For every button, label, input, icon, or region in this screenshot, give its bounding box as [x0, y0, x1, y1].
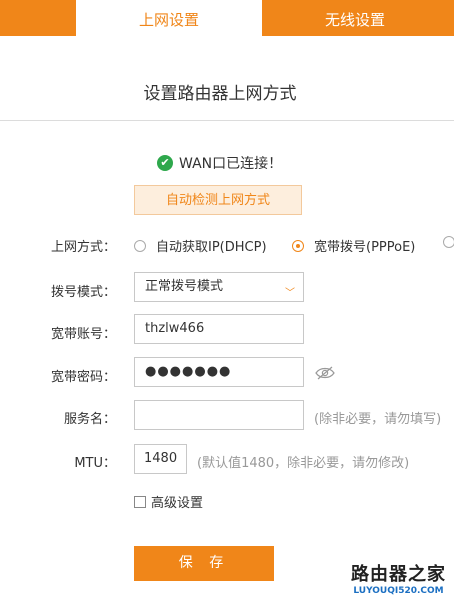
mtu-input[interactable]: 1480	[134, 444, 187, 474]
radio-pppoe[interactable]: 宽带拨号(PPPoE)	[292, 236, 415, 255]
radio-pppoe-label: 宽带拨号(PPPoE)	[314, 240, 416, 255]
service-name-input[interactable]	[134, 400, 304, 430]
tab-wireless-settings[interactable]: 无线设置	[262, 0, 448, 36]
page-title: 设置路由器上网方式	[143, 84, 297, 104]
account-input[interactable]: thzlw466	[134, 314, 304, 344]
service-name-label: 服务名：	[63, 412, 116, 427]
advanced-settings-checkbox[interactable]	[134, 495, 146, 508]
chevron-down-icon: ﹀	[285, 288, 295, 299]
dial-mode-select[interactable]: 正常拨号模式 ﹀	[134, 272, 304, 302]
tab-internet-settings[interactable]: 上网设置	[76, 0, 262, 36]
password-label: 宽带密码：	[50, 370, 116, 385]
mtu-label: MTU：	[74, 456, 116, 471]
account-label: 宽带账号：	[50, 327, 116, 342]
service-name-hint: (除非必要，请勿填写)	[314, 412, 442, 427]
radio-pppoe-circle[interactable]	[292, 239, 304, 252]
connection-type-label: 上网方式：	[50, 240, 116, 255]
wan-status-text: WAN口已连接！	[179, 156, 283, 172]
radio-more[interactable]	[443, 236, 454, 248]
wan-status: ✔ WAN口已连接！	[157, 154, 282, 172]
divider	[0, 120, 454, 121]
advanced-settings-label: 高级设置	[151, 496, 204, 511]
watermark-title: 路由器之家	[351, 564, 446, 585]
radio-more-circle[interactable]	[443, 236, 454, 248]
auto-detect-button[interactable]: 自动检测上网方式	[134, 185, 302, 215]
tab-bar: 上网设置 无线设置	[0, 0, 454, 36]
eye-off-icon[interactable]	[315, 365, 335, 381]
radio-dhcp-circle[interactable]	[134, 239, 146, 252]
advanced-settings-toggle[interactable]: 高级设置	[134, 492, 203, 511]
check-circle-icon: ✔	[157, 155, 173, 171]
radio-dhcp[interactable]: 自动获取IP(DHCP)	[134, 236, 267, 255]
dial-mode-label: 拨号模式：	[50, 285, 116, 300]
save-button[interactable]: 保 存	[134, 546, 274, 581]
mtu-hint: (默认值1480，除非必要，请勿修改)	[197, 456, 410, 471]
radio-dhcp-label: 自动获取IP(DHCP)	[156, 240, 267, 255]
dial-mode-value: 正常拨号模式	[145, 279, 224, 294]
watermark-url: LUYOUQI520.COM	[353, 586, 444, 596]
watermark-logo: 路由器之家 LUYOUQI520.COM	[351, 560, 446, 596]
password-input[interactable]: ●●●●●●●	[134, 357, 304, 387]
